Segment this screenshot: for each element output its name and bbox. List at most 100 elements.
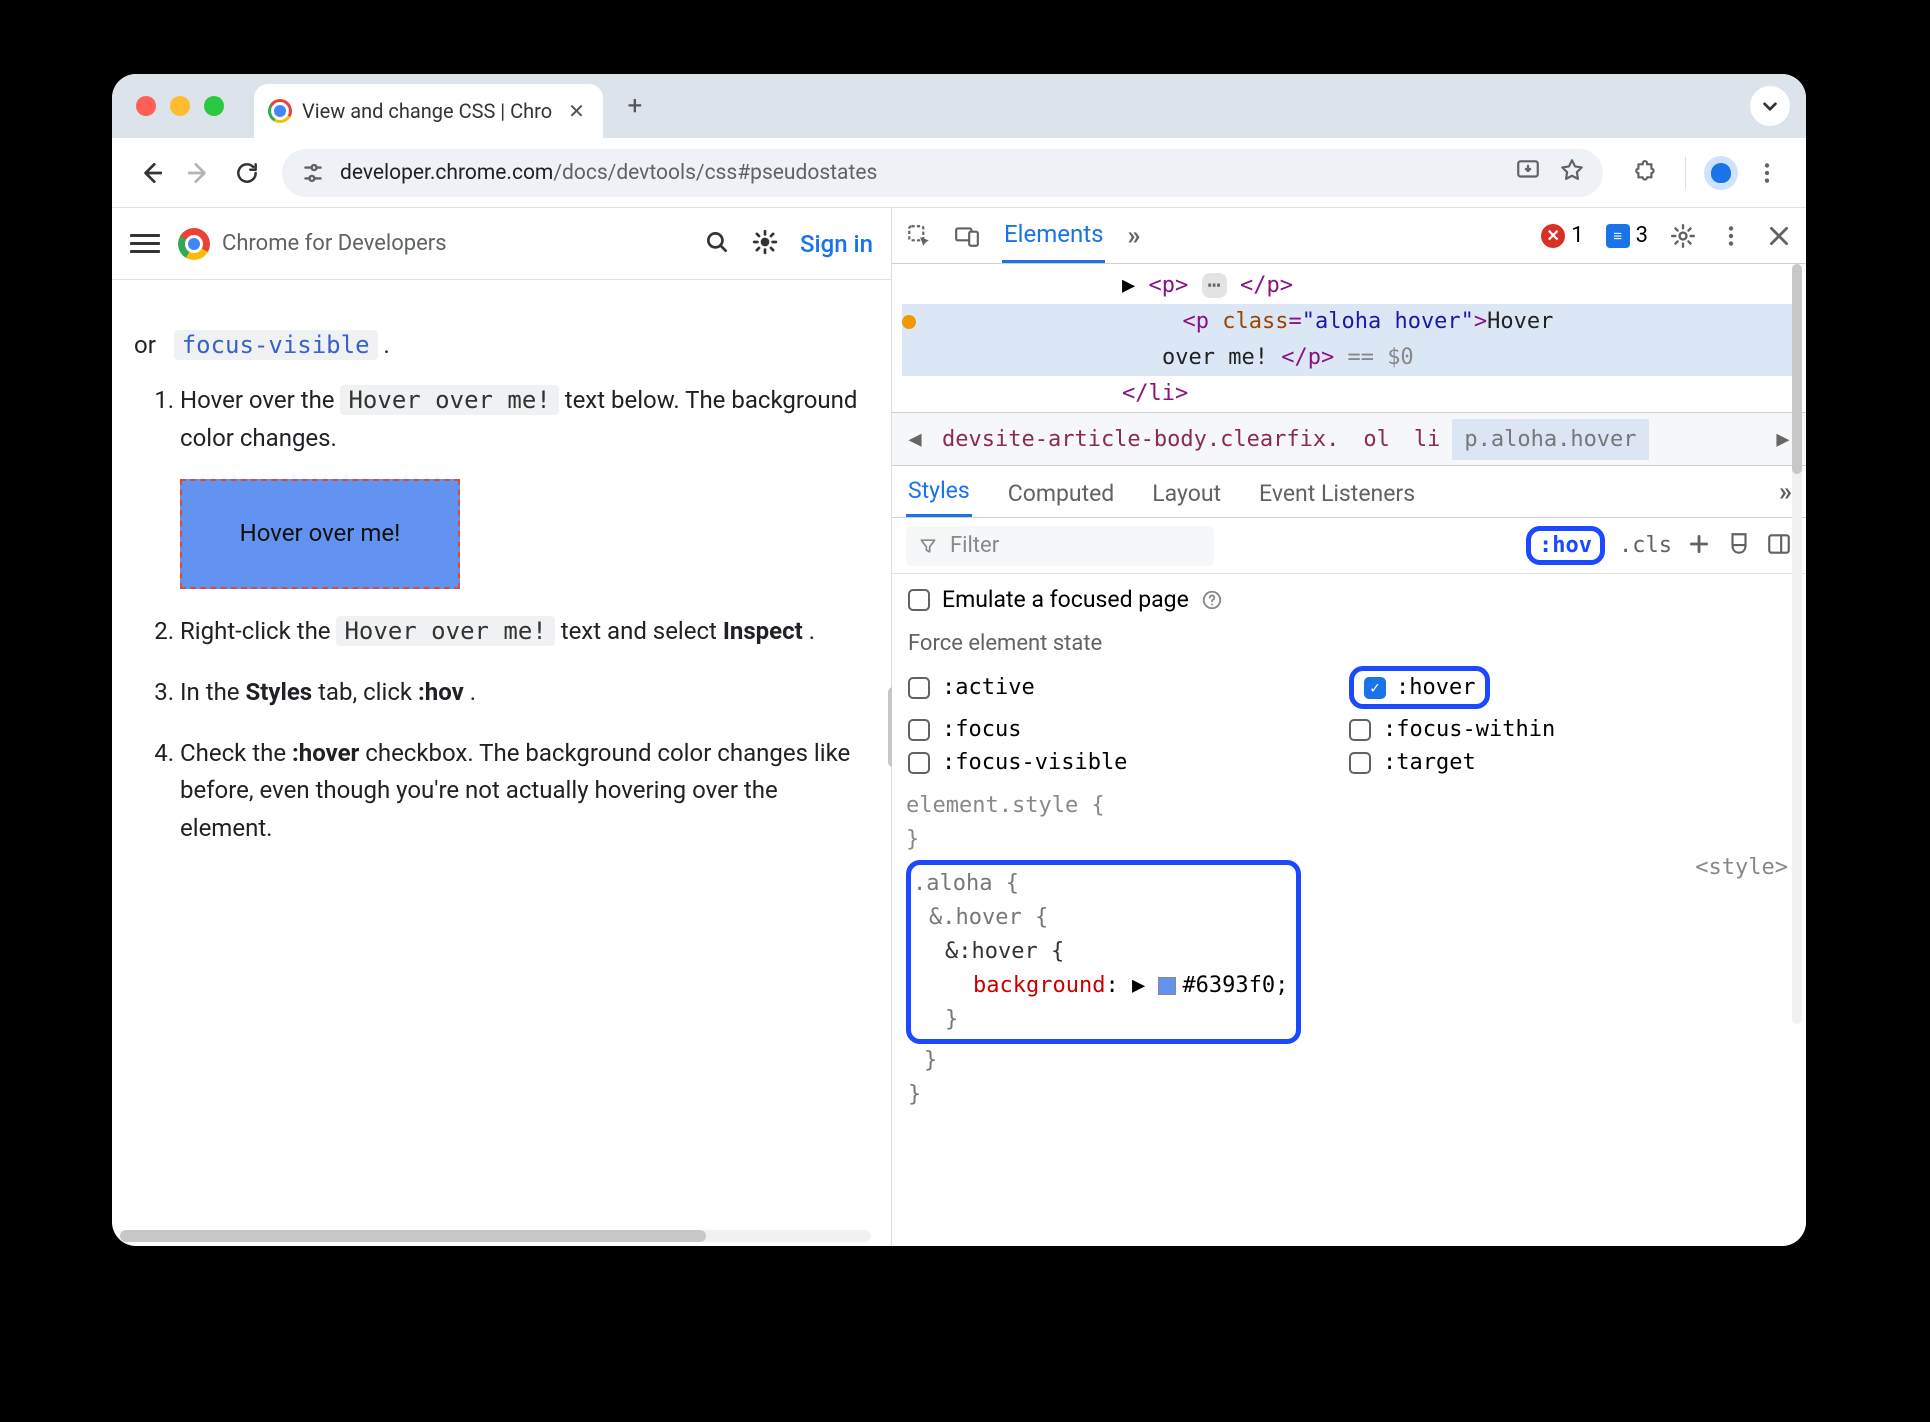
settings-button[interactable] [1670, 223, 1696, 249]
errors-indicator[interactable]: ✕ 1 [1541, 223, 1583, 248]
selected-dot-icon [902, 315, 916, 329]
breadcrumb-scroll-left[interactable]: ◀ [900, 427, 930, 452]
new-style-rule-button[interactable] [1686, 531, 1712, 561]
focus-visible-checkbox[interactable] [908, 752, 930, 774]
styles-rules[interactable]: element.style { } <style> .aloha { &.hov… [892, 783, 1806, 1112]
tab-layout[interactable]: Layout [1150, 470, 1223, 517]
step3-a: In the [180, 678, 245, 706]
hov-toggle[interactable]: :hov [1526, 526, 1605, 565]
forward-button[interactable] [178, 152, 220, 194]
brace-close: } [906, 1078, 1792, 1112]
close-tab-icon[interactable]: ✕ [568, 99, 585, 123]
cls-toggle[interactable]: .cls [1619, 533, 1672, 558]
browser-tab[interactable]: View and change CSS | Chro ✕ [254, 84, 603, 138]
tab-styles[interactable]: Styles [906, 467, 972, 517]
dom-row[interactable]: ▶ <p> ⋯ </p> [902, 268, 1796, 304]
reload-button[interactable] [226, 152, 268, 194]
devtools-menu-button[interactable] [1718, 223, 1744, 249]
window-dropdown-button[interactable] [1750, 86, 1790, 126]
close-window-icon[interactable] [136, 96, 156, 116]
scrollbar-thumb[interactable] [120, 1230, 706, 1242]
background-declaration[interactable]: background: ▶ #6393f0; [913, 969, 1288, 1003]
dom-tag: </p> [1281, 345, 1334, 370]
force-hover[interactable]: ✓ :hover [1349, 666, 1790, 709]
force-target[interactable]: :target [1349, 750, 1790, 775]
focus-checkbox[interactable] [908, 719, 930, 741]
site-info-button[interactable] [300, 160, 326, 186]
computed-sidebar-button[interactable] [1726, 531, 1752, 561]
dom-row-selected-2[interactable]: over me! </p> == $0 [902, 340, 1796, 376]
dom-text: over me! [1162, 345, 1268, 370]
pseudo-hover-selector[interactable]: &:hover { [913, 935, 1288, 969]
code-focus-visible: focus-visible [174, 330, 378, 360]
messages-indicator[interactable]: ≡ 3 [1606, 223, 1648, 248]
ellipsis-icon[interactable]: ⋯ [1202, 273, 1227, 298]
force-focus[interactable]: :focus [908, 717, 1349, 742]
extensions-button[interactable] [1625, 152, 1667, 194]
aloha-selector[interactable]: .aloha { [913, 867, 1288, 901]
breadcrumb-item[interactable]: devsite-article-body.clearfix. [930, 419, 1351, 460]
step3-b: tab, click [318, 678, 418, 706]
install-app-button[interactable] [1515, 157, 1541, 189]
more-subtabs-button[interactable]: » [1779, 477, 1792, 517]
force-active[interactable]: :active [908, 666, 1349, 709]
hover-checkbox[interactable]: ✓ [1364, 677, 1386, 699]
back-button[interactable] [130, 152, 172, 194]
profile-button[interactable] [1704, 156, 1738, 190]
fullscreen-window-icon[interactable] [204, 96, 224, 116]
horizontal-scrollbar[interactable] [120, 1230, 871, 1242]
minimize-window-icon[interactable] [170, 96, 190, 116]
chrome-menu-button[interactable] [1746, 152, 1788, 194]
element-style-open: element.style { [906, 793, 1105, 818]
breadcrumb-item[interactable]: ol [1351, 419, 1402, 460]
help-icon[interactable] [1201, 589, 1223, 611]
step-1: Hover over the Hover over me! text below… [180, 382, 869, 588]
hover-selector[interactable]: &.hover { [913, 901, 1288, 935]
plus-icon [1686, 531, 1712, 557]
tab-computed[interactable]: Computed [1006, 470, 1117, 517]
force-focus-within[interactable]: :focus-within [1349, 717, 1790, 742]
omnibox[interactable]: developer.chrome.com/docs/devtools/css#p… [282, 149, 1603, 197]
scrollbar-thumb[interactable] [1792, 264, 1802, 474]
emulate-focused-checkbox[interactable] [908, 589, 930, 611]
dom-row[interactable]: </li> [902, 376, 1796, 412]
devtools-vertical-scrollbar[interactable] [1792, 264, 1802, 1024]
theme-button[interactable] [752, 229, 778, 259]
dom-tree[interactable]: ▶ <p> ⋯ </p> <p class="aloha hover">Hove… [892, 264, 1806, 412]
tab-elements[interactable]: Elements [1002, 208, 1105, 263]
cut-line: :focus-within , :target , :hover , :visi… [134, 290, 869, 327]
search-button[interactable] [704, 229, 730, 259]
style-source[interactable]: <style> [1695, 851, 1788, 885]
breadcrumb-item-selected[interactable]: p.aloha.hover [1452, 419, 1648, 460]
signin-link[interactable]: Sign in [800, 230, 873, 258]
toggle-sidebar-button[interactable] [1766, 531, 1792, 561]
styles-filter-input[interactable]: Filter [906, 526, 1214, 566]
focus-within-checkbox[interactable] [1349, 719, 1371, 741]
new-tab-button[interactable]: + [611, 91, 659, 121]
breadcrumb-item[interactable]: li [1402, 419, 1453, 460]
menu-button[interactable] [130, 234, 160, 253]
page-header: Chrome for Developers Sign in [112, 208, 891, 280]
step3-c: . [470, 678, 476, 706]
inspect-element-button[interactable] [906, 223, 932, 249]
step-3: In the Styles tab, click :hov . [180, 674, 869, 711]
addressbar: developer.chrome.com/docs/devtools/css#p… [112, 138, 1806, 208]
brand[interactable]: Chrome for Developers [178, 228, 447, 260]
tab-event-listeners[interactable]: Event Listeners [1257, 470, 1417, 517]
brace-close: } [906, 827, 919, 852]
styles-subtabs: Styles Computed Layout Event Listeners » [892, 466, 1806, 518]
close-devtools-button[interactable] [1766, 223, 1792, 249]
star-icon [1559, 157, 1585, 183]
more-tabs-button[interactable]: » [1127, 221, 1140, 251]
bookmark-button[interactable] [1559, 157, 1585, 189]
hover-demo[interactable]: Hover over me! [180, 479, 460, 589]
force-focus-visible[interactable]: :focus-visible [908, 750, 1349, 775]
puzzle-icon [1633, 160, 1659, 186]
device-toolbar-button[interactable] [954, 223, 980, 249]
dom-row-selected[interactable]: <p class="aloha hover">Hover [902, 304, 1796, 340]
target-checkbox[interactable] [1349, 752, 1371, 774]
url-host: developer.chrome.com [340, 161, 553, 185]
color-swatch-icon[interactable] [1158, 977, 1176, 995]
element-style-block[interactable]: element.style { } [906, 789, 1792, 857]
active-checkbox[interactable] [908, 677, 930, 699]
